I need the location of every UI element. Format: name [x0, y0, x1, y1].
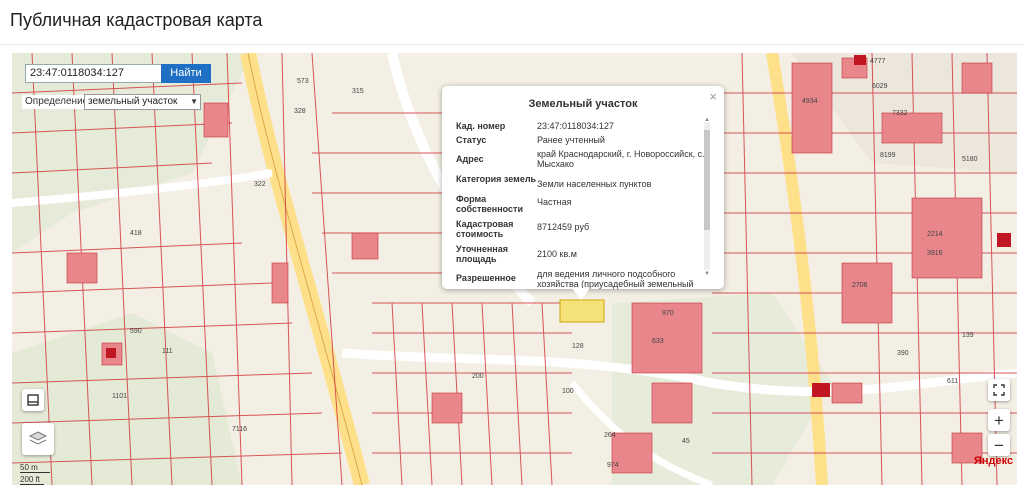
attr-row: Статус Ранее учтенный — [456, 135, 706, 145]
fullscreen-icon — [993, 384, 1005, 396]
attr-key: Категория земель — [456, 174, 537, 184]
attr-key: Адрес — [456, 154, 484, 164]
popup-title: Земельный участок — [528, 98, 638, 110]
parcel-number: 5180 — [962, 156, 978, 163]
parcel-number: 4934 — [802, 98, 818, 105]
attr-row: Форма собственности Частная — [456, 194, 706, 214]
attr-value: Ранее учтенный — [537, 135, 605, 145]
parcel-number: 45 — [682, 438, 690, 445]
selected-parcel[interactable] — [559, 299, 605, 323]
title-divider — [0, 44, 1023, 45]
attr-value: Частная — [537, 197, 572, 207]
parcel-number: 315 — [352, 88, 364, 95]
page-title: Публичная кадастровая карта — [10, 10, 263, 30]
attr-value: край Краснодарский, г. Новороссийск, с. … — [537, 149, 705, 169]
parcel-number: 970 — [662, 310, 674, 317]
zoom-in-icon: + — [994, 410, 1004, 430]
cadastral-number-search-input[interactable]: 23:47:0118034:127 — [25, 64, 171, 83]
parcel-number: 418 — [130, 230, 142, 237]
parcel-number: 7332 — [892, 110, 908, 117]
attr-row: Кадастровая стоимость 8712459 руб — [456, 219, 706, 239]
parcel-number: 4777 — [870, 58, 886, 65]
scroll-down-icon[interactable]: ▼ — [704, 271, 710, 277]
fullscreen-button[interactable] — [988, 379, 1010, 401]
attr-value: 8712459 руб — [537, 222, 590, 232]
parcel-number: 2214 — [927, 231, 943, 238]
parcel-number: 8199 — [880, 152, 896, 159]
parcel-number: 633 — [652, 338, 664, 345]
parcel-number: 3916 — [927, 250, 943, 257]
scale-bar-meters: 50 m — [20, 463, 50, 473]
attr-key: Статус — [456, 135, 487, 145]
parcel-number: 611 — [947, 378, 958, 385]
attr-key: Форма собственности — [456, 194, 523, 214]
legend-button[interactable] — [22, 389, 44, 411]
attr-key: Разрешенное — [456, 273, 516, 283]
scrollbar-thumb[interactable] — [704, 130, 710, 230]
parcel-number: 974 — [607, 462, 619, 469]
parcel-number: 390 — [897, 350, 909, 357]
popup-attributes: Кад. номер 23:47:0118034:127 Статус Ране… — [456, 121, 706, 289]
attr-value: Земли населенных пунктов — [537, 179, 652, 189]
parcel-number: 200 — [472, 373, 484, 380]
parcel-number: 573 — [297, 78, 309, 85]
attr-row: Кад. номер 23:47:0118034:127 — [456, 121, 706, 131]
legend-icon — [27, 394, 39, 406]
scale-bar-feet: 200 ft — [20, 475, 44, 485]
parcel-number: 328 — [294, 108, 306, 115]
parcel-number: 128 — [572, 343, 584, 350]
parcel-number: 139 — [962, 332, 974, 339]
attr-row: Адрес край Краснодарский, г. Новороссийс… — [456, 149, 706, 169]
parcel-number: 2706 — [852, 282, 868, 289]
parcel-number: 1101 — [112, 393, 127, 400]
cadastral-map[interactable]: 573 315 328 4777 6029 7332 8199 4934 518… — [12, 53, 1017, 485]
zoom-out-icon: − — [994, 435, 1004, 455]
parcel-number: 264 — [604, 432, 616, 439]
layers-button[interactable] — [22, 423, 54, 455]
attr-key: Кад. номер — [456, 121, 506, 131]
find-button[interactable]: Найти — [161, 64, 211, 83]
attr-value: 23:47:0118034:127 — [537, 121, 614, 131]
parcel-number: 111 — [162, 348, 173, 355]
attr-key: Кадастровая стоимость — [456, 219, 514, 239]
attr-value: для ведения личного подсобного хозяйства… — [537, 269, 694, 289]
attr-row: Категория земель Земли населенных пункто… — [456, 174, 706, 189]
attr-value: 2100 кв.м — [537, 249, 577, 259]
definition-label: Определение — [22, 95, 92, 109]
yandex-logo: Яндекс — [974, 455, 1014, 467]
attr-row: Разрешенное для ведения личного подсобно… — [456, 269, 706, 289]
attr-row: Уточненная площадь 2100 кв.м — [456, 244, 706, 264]
parcel-info-popup: × Земельный участок Кад. номер 23:47:011… — [442, 86, 724, 289]
definition-select[interactable]: земельный участок ▼ — [84, 94, 201, 110]
popup-pointer — [572, 288, 590, 300]
chevron-down-icon: ▼ — [190, 97, 198, 106]
zoom-out-button[interactable]: − — [988, 434, 1010, 456]
popup-scrollbar[interactable] — [704, 122, 710, 270]
parcel-number: 590 — [130, 328, 142, 335]
parcel-number: 322 — [254, 181, 266, 188]
parcel-number: 7116 — [232, 426, 247, 433]
attr-key: Уточненная площадь — [456, 244, 508, 264]
parcel-number: 6029 — [872, 83, 888, 90]
parcel-number: 100 — [562, 388, 574, 395]
definition-selected-value: земельный участок — [88, 96, 178, 107]
zoom-in-button[interactable]: + — [988, 409, 1010, 431]
layers-icon — [28, 431, 48, 445]
